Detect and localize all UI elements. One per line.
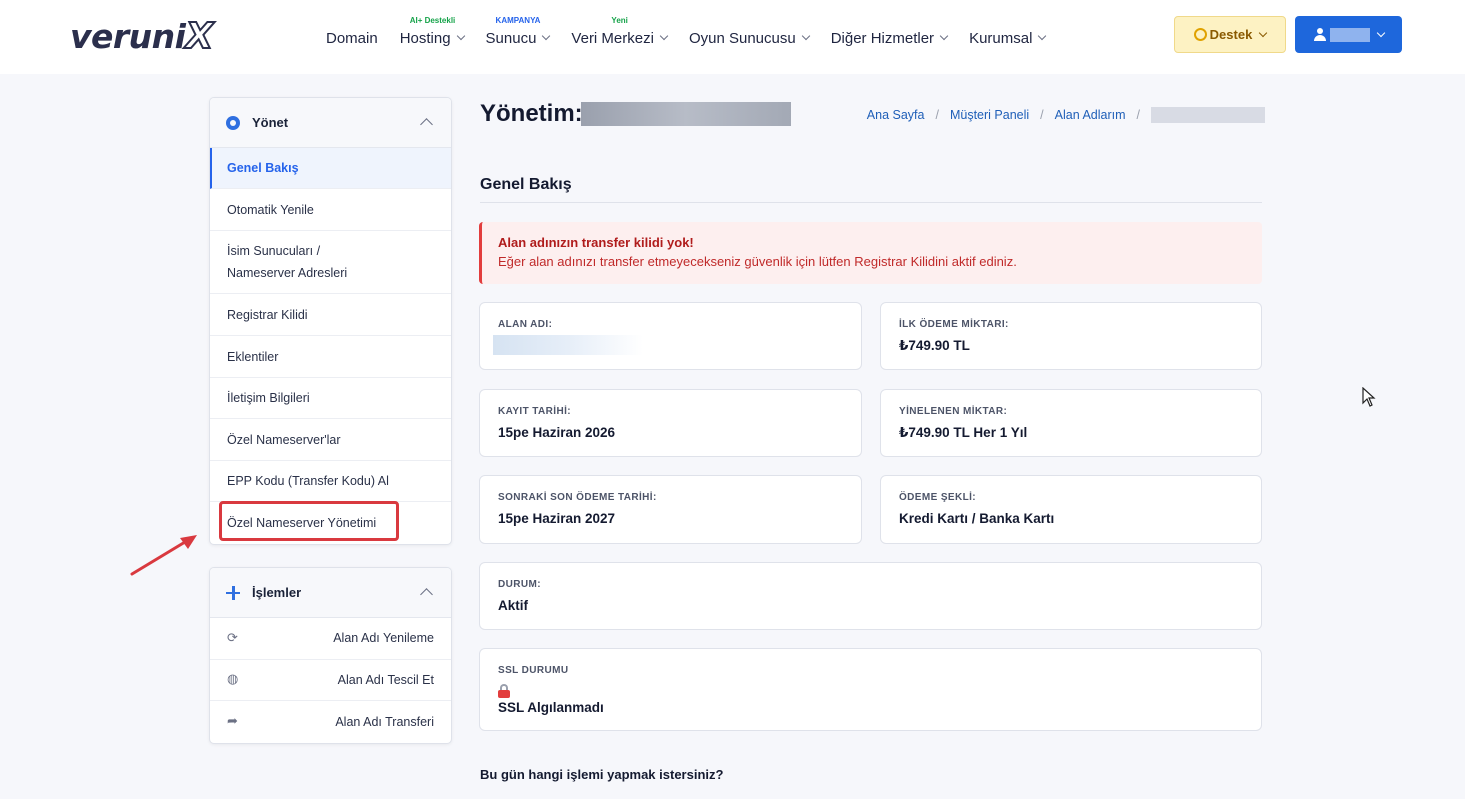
lock-icon bbox=[498, 684, 510, 698]
sidebar-item-iletisim-bilgileri[interactable]: İletişim Bilgileri bbox=[210, 378, 451, 419]
highlight-annotation-box bbox=[219, 501, 399, 541]
manage-panel-title: Yönet bbox=[252, 115, 289, 130]
chevron-down-icon bbox=[456, 31, 465, 41]
logo[interactable]: veruniX bbox=[70, 15, 214, 58]
op-alan-adi-tescil[interactable]: ◍ Alan Adı Tescil Et bbox=[210, 660, 451, 701]
chevron-down-icon bbox=[542, 31, 551, 41]
support-button[interactable]: Destek bbox=[1174, 16, 1286, 53]
nav-kurumsal[interactable]: Kurumsal bbox=[969, 28, 1047, 47]
card-domain: ALAN ADI: bbox=[479, 302, 862, 370]
chevron-down-icon bbox=[659, 31, 669, 41]
user-menu-button[interactable] bbox=[1295, 16, 1402, 53]
share-arrow-icon: ➦ bbox=[227, 714, 238, 730]
user-name-redacted bbox=[1329, 27, 1370, 42]
sidebar-item-isim-sunuculari[interactable]: İsim Sunucuları / Nameserver Adresleri bbox=[210, 231, 451, 294]
sidebar-item-eklentiler[interactable]: Eklentiler bbox=[210, 336, 451, 378]
chevron-up-icon[interactable] bbox=[420, 118, 433, 131]
plus-icon bbox=[226, 585, 240, 600]
card-registration-date: KAYIT TARİHİ: 15pe Haziran 2026 bbox=[479, 389, 862, 457]
headset-icon bbox=[1193, 28, 1207, 41]
gear-icon bbox=[226, 115, 240, 130]
manage-panel-header[interactable]: Yönet bbox=[210, 98, 451, 148]
section-divider bbox=[480, 202, 1262, 203]
chevron-down-icon bbox=[1259, 28, 1268, 37]
page-title: Yönetim: bbox=[480, 100, 583, 127]
alert-message: Eğer alan adınızı transfer etmeyecekseni… bbox=[498, 254, 1017, 269]
sidebar-item-otomatik-yenile[interactable]: Otomatik Yenile bbox=[210, 189, 451, 231]
user-icon bbox=[1313, 28, 1326, 41]
card-payment-method: ÖDEME ŞEKLİ: Kredi Kartı / Banka Kartı bbox=[880, 475, 1262, 544]
chevron-down-icon bbox=[939, 31, 949, 41]
nav-veri-merkezi[interactable]: Yeni Veri Merkezi bbox=[571, 16, 669, 47]
nav-badge-yeni: Yeni bbox=[611, 15, 628, 25]
op-alan-adi-transferi[interactable]: ➦ Alan Adı Transferi bbox=[210, 701, 451, 743]
breadcrumb-current-redacted bbox=[1151, 107, 1265, 123]
breadcrumb-musteri-paneli[interactable]: Müşteri Paneli bbox=[950, 108, 1029, 122]
alert-title: Alan adınızın transfer kilidi yok! bbox=[498, 235, 694, 250]
nav-domain[interactable]: Domain bbox=[326, 28, 378, 47]
card-ssl-status: SSL DURUMU SSL Algılanmadı bbox=[479, 648, 1262, 731]
chevron-down-icon bbox=[801, 31, 810, 41]
section-title: Genel Bakış bbox=[480, 176, 572, 193]
manage-panel: Yönet Genel Bakış Otomatik Yenile İsim S… bbox=[209, 97, 452, 545]
refresh-icon: ⟳ bbox=[227, 630, 238, 646]
card-status: DURUM: Aktif bbox=[479, 562, 1262, 630]
operations-panel-title: İşlemler bbox=[252, 585, 302, 600]
operations-panel: İşlemler ⟳ Alan Adı Yenileme ◍ Alan Adı … bbox=[209, 567, 452, 744]
breadcrumb: Ana Sayfa / Müşteri Paneli / Alan Adları… bbox=[867, 107, 1265, 123]
top-header: veruniX Domain AI+ Destekli Hosting KAMP… bbox=[0, 0, 1465, 74]
globe-icon: ◍ bbox=[227, 672, 239, 688]
sidebar-item-genel-bakis[interactable]: Genel Bakış bbox=[210, 148, 451, 189]
card-recurring-amount: YİNELENEN MİKTAR: ₺749.90 TL Her 1 Yıl bbox=[880, 389, 1262, 457]
annotation-arrow-icon bbox=[130, 535, 197, 576]
nav-oyun-sunucusu[interactable]: Oyun Sunucusu bbox=[689, 28, 810, 47]
sidebar-item-registrar-kilidi[interactable]: Registrar Kilidi bbox=[210, 294, 451, 336]
sidebar-item-ozel-nameserverlar[interactable]: Özel Nameserver'lar bbox=[210, 419, 451, 461]
mouse-cursor-icon bbox=[1362, 387, 1376, 407]
domain-name-redacted bbox=[581, 102, 791, 126]
nav-sunucu[interactable]: KAMPANYA Sunucu bbox=[486, 16, 551, 47]
chevron-up-icon[interactable] bbox=[420, 588, 433, 601]
sidebar-item-epp-kodu[interactable]: EPP Kodu (Transfer Kodu) Al bbox=[210, 461, 451, 502]
nav-badge-ai: AI+ Destekli bbox=[409, 15, 456, 25]
card-first-payment: İLK ÖDEME MİKTARI: ₺749.90 TL bbox=[880, 302, 1262, 370]
chevron-down-icon bbox=[1376, 28, 1385, 37]
domain-value-redacted bbox=[493, 335, 643, 355]
nav-badge-kampanya: KAMPANYA bbox=[495, 15, 541, 25]
transfer-lock-alert: Alan adınızın transfer kilidi yok! Eğer … bbox=[479, 222, 1262, 284]
op-alan-adi-yenileme[interactable]: ⟳ Alan Adı Yenileme bbox=[210, 618, 451, 660]
breadcrumb-alan-adlarim[interactable]: Alan Adlarım bbox=[1055, 108, 1126, 122]
operations-panel-header[interactable]: İşlemler bbox=[210, 568, 451, 618]
nav-diger-hizmetler[interactable]: Diğer Hizmetler bbox=[831, 28, 949, 47]
question-heading: Bu gün hangi işlemi yapmak istersiniz? bbox=[480, 767, 724, 782]
card-next-due-date: SONRAKİ SON ÖDEME TARİHİ: 15pe Haziran 2… bbox=[479, 475, 862, 544]
main-nav: Domain AI+ Destekli Hosting KAMPANYA Sun… bbox=[326, 0, 1067, 74]
chevron-down-icon bbox=[1038, 31, 1047, 41]
nav-hosting[interactable]: AI+ Destekli Hosting bbox=[400, 16, 465, 47]
breadcrumb-ana-sayfa[interactable]: Ana Sayfa bbox=[867, 108, 925, 122]
